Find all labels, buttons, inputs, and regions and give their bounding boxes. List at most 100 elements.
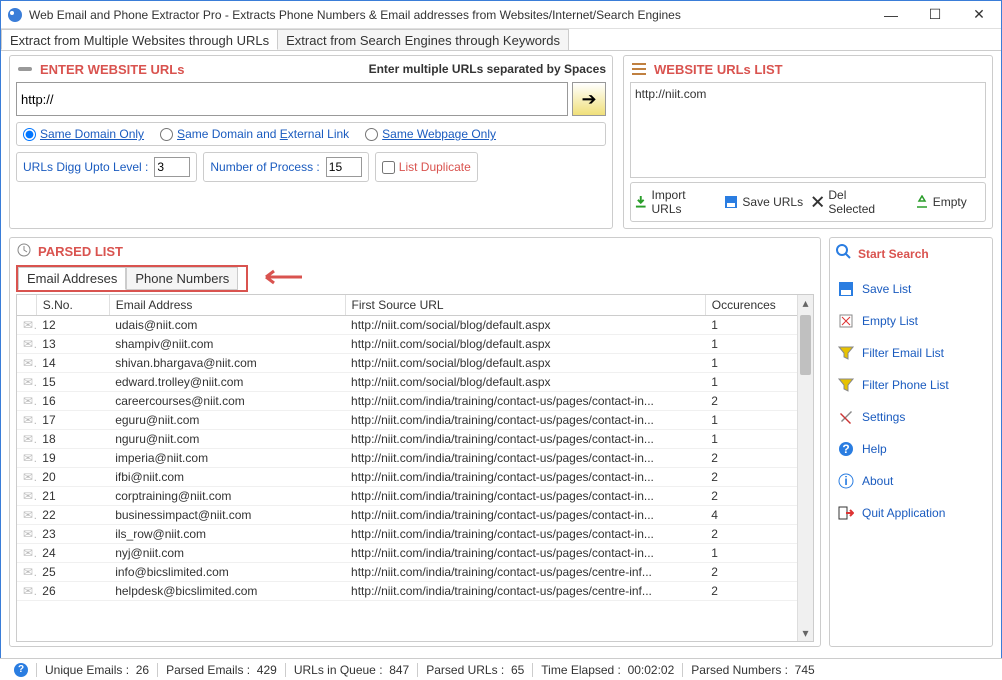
download-icon [634,195,648,209]
cell-email: udais@niit.com [109,316,345,335]
maximize-button[interactable]: ☐ [913,1,957,28]
table-row[interactable]: ✉25info@bicslimited.comhttp://niit.com/i… [17,563,813,582]
import-urls-button[interactable]: Import URLs [633,185,718,219]
table-row[interactable]: ✉23ils_row@niit.comhttp://niit.com/india… [17,525,813,544]
tab-extract-urls[interactable]: Extract from Multiple Websites through U… [1,29,278,50]
cell-email: ils_row@niit.com [109,525,345,544]
cell-email: shivan.bhargava@niit.com [109,354,345,373]
save-list-button[interactable]: Save List [836,273,986,305]
table-row[interactable]: ✉22businessimpact@niit.comhttp://niit.co… [17,506,813,525]
list-icon [630,60,648,78]
window-title: Web Email and Phone Extractor Pro - Extr… [29,8,869,22]
radio-same-domain[interactable]: Same Domain Only [23,127,144,141]
start-search-button[interactable]: Start Search [836,244,986,263]
process-count-input[interactable] [326,157,362,177]
table-row[interactable]: ✉19imperia@niit.comhttp://niit.com/india… [17,449,813,468]
status-parsed-emails-label: Parsed Emails : [166,663,250,677]
cell-url: http://niit.com/india/training/contact-u… [345,411,705,430]
minimize-button[interactable]: — [869,1,913,28]
urls-listbox[interactable]: http://niit.com [630,82,986,178]
parsed-list-panel: PARSED LIST Email Addreses Phone Numbers… [9,237,821,647]
del-selected-button[interactable]: Del Selected [810,185,895,219]
cell-email: ifbi@niit.com [109,468,345,487]
empty-list-button[interactable]: Empty List [836,305,986,337]
table-row[interactable]: ✉21corptraining@niit.comhttp://niit.com/… [17,487,813,506]
close-button[interactable]: ✕ [957,1,1001,28]
table-row[interactable]: ✉17eguru@niit.comhttp://niit.com/india/t… [17,411,813,430]
help-button[interactable]: ?Help [836,433,986,465]
cell-sno: 25 [36,563,109,582]
table-row[interactable]: ✉26helpdesk@bicslimited.comhttp://niit.c… [17,582,813,601]
table-row[interactable]: ✉15edward.trolley@niit.comhttp://niit.co… [17,373,813,392]
envelope-icon: ✉ [17,335,36,354]
mode-tabs: Extract from Multiple Websites through U… [1,29,1001,51]
scroll-thumb[interactable] [800,315,811,375]
table-row[interactable]: ✉18nguru@niit.comhttp://niit.com/india/t… [17,430,813,449]
status-queue-value: 847 [389,663,409,677]
cell-email: shampiv@niit.com [109,335,345,354]
radio-same-external[interactable]: Same Domain and External Link [160,127,349,141]
settings-button[interactable]: Settings [836,401,986,433]
status-bar: ? Unique Emails : 26 Parsed Emails : 429… [0,658,1002,680]
scrollbar[interactable]: ▴ ▾ [797,295,813,641]
envelope-icon: ✉ [17,487,36,506]
cell-sno: 20 [36,468,109,487]
digg-level-input[interactable] [154,157,190,177]
filter-email-button[interactable]: Filter Email List [836,337,986,369]
col-url[interactable]: First Source URL [345,295,705,316]
save-urls-button[interactable]: Save URLs [722,185,807,219]
tab-phone-numbers[interactable]: Phone Numbers [126,267,238,290]
envelope-icon: ✉ [17,525,36,544]
radio-same-webpage[interactable]: Same Webpage Only [365,127,496,141]
search-icon [836,244,852,263]
status-parsed-urls-value: 65 [511,663,524,677]
list-duplicate-checkbox[interactable] [382,161,395,174]
help-status-icon[interactable]: ? [14,663,28,677]
enter-urls-title: ENTER WEBSITE URLs [40,62,184,77]
tab-email-addresses[interactable]: Email Addreses [18,267,126,290]
urls-list-panel: WEBSITE URLs LIST http://niit.com Import… [623,55,993,229]
envelope-icon: ✉ [17,316,36,335]
save-icon [724,195,738,209]
cell-email: helpdesk@bicslimited.com [109,582,345,601]
cell-email: businessimpact@niit.com [109,506,345,525]
link-icon [16,60,34,78]
annotation-arrow-icon [254,267,304,290]
table-row[interactable]: ✉14shivan.bhargava@niit.comhttp://niit.c… [17,354,813,373]
table-row[interactable]: ✉13shampiv@niit.comhttp://niit.com/socia… [17,335,813,354]
empty-button[interactable]: Empty [899,185,984,219]
save-icon [838,281,854,297]
status-elapsed-label: Time Elapsed : [541,663,621,677]
url-input[interactable] [16,82,568,116]
cell-url: http://niit.com/india/training/contact-u… [345,544,705,563]
envelope-icon: ✉ [17,354,36,373]
list-item[interactable]: http://niit.com [635,87,981,101]
cell-email: edward.trolley@niit.com [109,373,345,392]
svg-text:?: ? [842,442,849,456]
tab-extract-keywords[interactable]: Extract from Search Engines through Keyw… [277,29,569,50]
cell-url: http://niit.com/india/training/contact-u… [345,487,705,506]
scroll-up-icon[interactable]: ▴ [798,295,813,311]
table-row[interactable]: ✉12udais@niit.comhttp://niit.com/social/… [17,316,813,335]
cell-email: info@bicslimited.com [109,563,345,582]
status-elapsed-value: 00:02:02 [628,663,675,677]
cell-sno: 14 [36,354,109,373]
col-email[interactable]: Email Address [109,295,345,316]
table-row[interactable]: ✉24nyj@niit.comhttp://niit.com/india/tra… [17,544,813,563]
filter-phone-button[interactable]: Filter Phone List [836,369,986,401]
app-icon [7,7,23,23]
go-button[interactable]: ➔ [572,82,606,116]
about-button[interactable]: iAbout [836,465,986,497]
cell-email: nyj@niit.com [109,544,345,563]
status-queue-label: URLs in Queue : [294,663,383,677]
quit-button[interactable]: Quit Application [836,497,986,529]
cell-sno: 15 [36,373,109,392]
table-row[interactable]: ✉16careercourses@niit.comhttp://niit.com… [17,392,813,411]
col-sno[interactable]: S.No. [36,295,109,316]
delete-icon [811,195,824,209]
scroll-down-icon[interactable]: ▾ [798,625,813,641]
envelope-icon: ✉ [17,373,36,392]
cell-email: nguru@niit.com [109,430,345,449]
filter-icon [838,345,854,361]
table-row[interactable]: ✉20ifbi@niit.comhttp://niit.com/india/tr… [17,468,813,487]
